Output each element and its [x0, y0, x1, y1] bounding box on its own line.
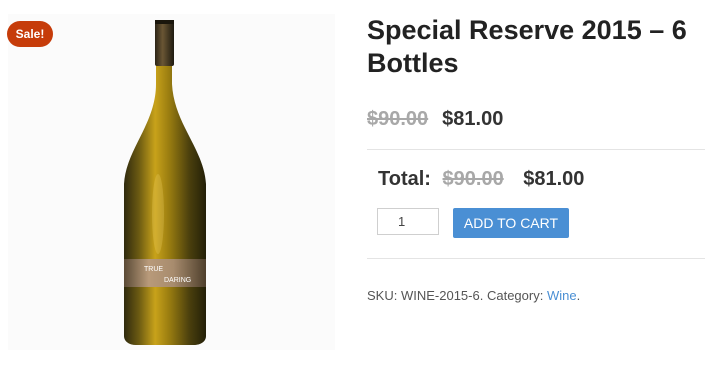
sale-badge: Sale! — [7, 21, 53, 47]
regular-price: $90.00 — [367, 108, 429, 130]
sale-price: $81.00 — [442, 108, 504, 130]
product-summary: Special Reserve 2015 – 6 Bottles $90.00 $… — [367, 0, 707, 367]
total-regular-price: $90.00 — [442, 168, 504, 190]
category-suffix: . — [576, 288, 581, 303]
total-label: Total: — [378, 168, 431, 190]
divider — [367, 149, 705, 150]
sku-label: SKU: — [367, 288, 398, 303]
product-title: Special Reserve 2015 – 6 Bottles — [367, 15, 687, 78]
wine-bottle-image[interactable]: TRUE DARING — [100, 14, 230, 349]
sku-value: WINE-2015-6. — [400, 288, 484, 303]
total-sale-price: $81.00 — [523, 168, 585, 190]
price-row: $90.00 $81.00 — [367, 108, 503, 131]
bottle-label-line1: TRUE — [144, 266, 163, 273]
quantity-input[interactable]: 1 — [377, 208, 439, 235]
total-row: Total: $90.00 $81.00 — [378, 168, 584, 191]
category-label: Category: — [486, 288, 544, 303]
category-link[interactable]: Wine — [547, 288, 577, 303]
product-image-area[interactable]: TRUE DARING Sale! — [0, 0, 345, 367]
product-meta: SKU: WINE-2015-6. Category: Wine. — [367, 288, 580, 303]
bottle-label-line2: DARING — [164, 277, 191, 284]
divider — [367, 258, 705, 259]
add-to-cart-button[interactable]: ADD TO CART — [453, 208, 569, 238]
